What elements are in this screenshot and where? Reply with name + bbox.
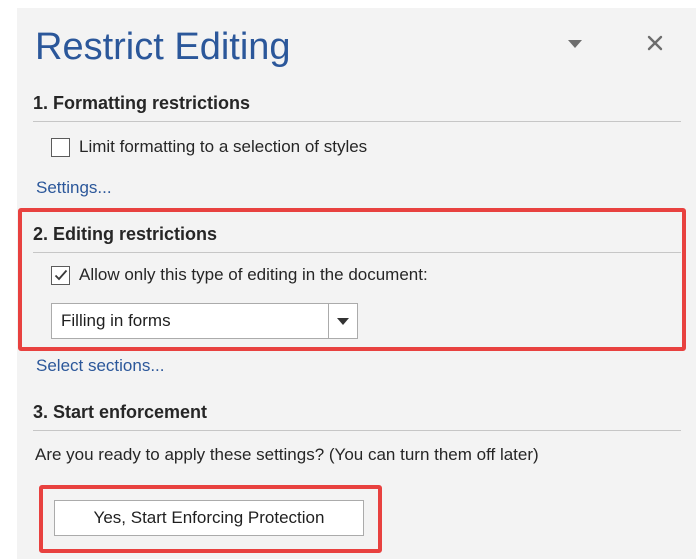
checkmark-icon (54, 269, 67, 281)
enforcement-prompt: Are you ready to apply these settings? (… (35, 445, 539, 464)
dropdown-arrow-button[interactable] (328, 304, 357, 338)
pane-options-button[interactable] (562, 34, 588, 54)
chevron-down-icon (568, 40, 582, 48)
limit-formatting-checkbox[interactable] (51, 137, 70, 157)
editing-restrictions-heading: 2. Editing restrictions (33, 224, 218, 244)
start-enforcing-button[interactable]: Yes, Start Enforcing Protection (54, 500, 364, 536)
start-enforcement-heading: 3. Start enforcement (33, 402, 208, 422)
select-sections-link[interactable]: Select sections... (36, 356, 165, 376)
allow-editing-row: Allow only this type of editing in the d… (51, 265, 428, 285)
section-divider (33, 121, 681, 122)
close-icon (647, 35, 663, 51)
close-button[interactable] (640, 28, 670, 58)
allow-editing-label: Allow only this type of editing in the d… (79, 265, 428, 284)
chevron-down-icon (337, 317, 349, 325)
limit-formatting-label: Limit formatting to a selection of style… (79, 137, 368, 156)
editing-type-value: Filling in forms (61, 311, 171, 330)
section-divider (33, 252, 681, 253)
editing-type-dropdown[interactable]: Filling in forms (51, 303, 358, 339)
section-divider (33, 430, 681, 431)
allow-editing-checkbox[interactable] (51, 265, 70, 285)
pane-title: Restrict Editing (35, 26, 291, 68)
limit-formatting-row: Limit formatting to a selection of style… (51, 137, 367, 157)
settings-link[interactable]: Settings... (36, 178, 112, 198)
formatting-restrictions-heading: 1. Formatting restrictions (33, 93, 251, 113)
